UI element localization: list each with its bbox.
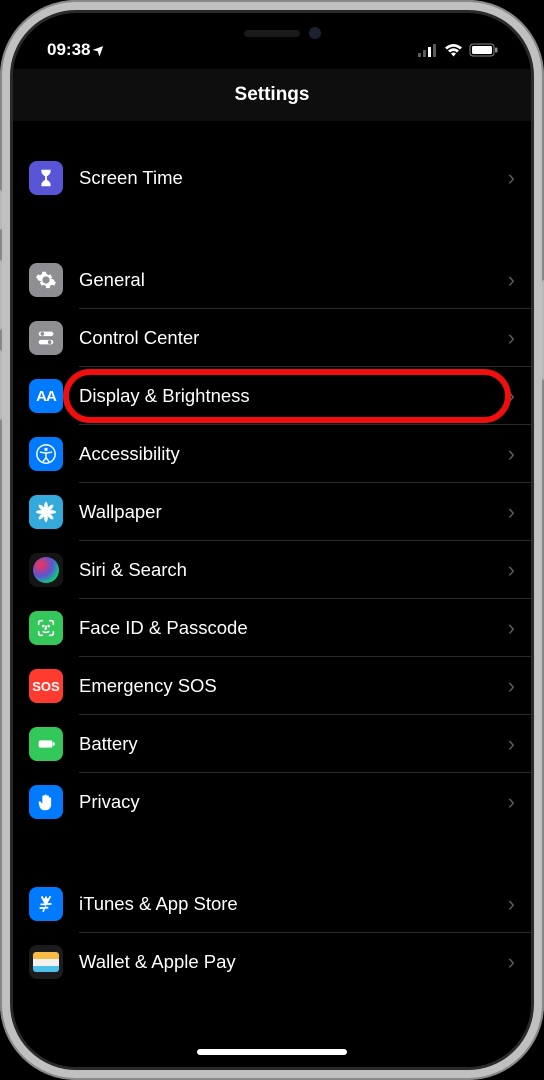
volume-up-button <box>0 260 2 330</box>
siri-icon <box>29 553 63 587</box>
settings-row-general[interactable]: General › <box>13 251 531 309</box>
row-label: Accessibility <box>79 443 180 465</box>
chevron-right-icon: › <box>508 165 515 191</box>
row-label: Battery <box>79 733 138 755</box>
settings-section: General › Control Center › AA <box>13 251 531 831</box>
chevron-right-icon: › <box>508 441 515 467</box>
sos-icon: SOS <box>29 669 63 703</box>
settings-row-siri[interactable]: Siri & Search › <box>13 541 531 599</box>
chevron-right-icon: › <box>508 789 515 815</box>
cellular-signal-icon <box>418 43 438 57</box>
settings-section: Screen Time › <box>13 149 531 207</box>
settings-row-wallet[interactable]: Wallet & Apple Pay › <box>13 933 531 991</box>
hand-icon <box>29 785 63 819</box>
settings-row-faceid[interactable]: Face ID & Passcode › <box>13 599 531 657</box>
settings-row-screentime[interactable]: Screen Time › <box>13 149 531 207</box>
chevron-right-icon: › <box>508 673 515 699</box>
home-indicator[interactable] <box>197 1049 347 1055</box>
row-label: iTunes & App Store <box>79 893 238 915</box>
row-label: Control Center <box>79 327 199 349</box>
row-label: Wallpaper <box>79 501 162 523</box>
wifi-icon <box>444 43 463 57</box>
flower-icon <box>29 495 63 529</box>
settings-row-wallpaper[interactable]: Wallpaper › <box>13 483 531 541</box>
row-label: Siri & Search <box>79 559 187 581</box>
settings-section: iTunes & App Store › Wallet & Apple Pay … <box>13 875 531 991</box>
settings-row-privacy[interactable]: Privacy › <box>13 773 531 831</box>
settings-row-accessibility[interactable]: Accessibility › <box>13 425 531 483</box>
chevron-right-icon: › <box>508 499 515 525</box>
settings-row-emergency-sos[interactable]: SOS Emergency SOS › <box>13 657 531 715</box>
chevron-right-icon: › <box>508 325 515 351</box>
appstore-icon <box>29 887 63 921</box>
status-time: 09:38 <box>47 40 90 60</box>
phone-frame: 09:38 ➤ Settings <box>0 0 544 1080</box>
row-label: Display & Brightness <box>79 385 250 407</box>
settings-row-control-center[interactable]: Control Center › <box>13 309 531 367</box>
row-label: Emergency SOS <box>79 675 217 697</box>
accessibility-icon <box>29 437 63 471</box>
chevron-right-icon: › <box>508 731 515 757</box>
chevron-right-icon: › <box>508 615 515 641</box>
settings-scroll-area[interactable]: Screen Time › General › <box>13 121 531 1067</box>
row-label: Privacy <box>79 791 140 813</box>
notch <box>157 13 387 53</box>
settings-row-battery[interactable]: Battery › <box>13 715 531 773</box>
faceid-icon <box>29 611 63 645</box>
toggles-icon <box>29 321 63 355</box>
volume-down-button <box>0 350 2 420</box>
settings-row-display-brightness[interactable]: AA Display & Brightness › <box>13 367 531 425</box>
chevron-right-icon: › <box>508 383 515 409</box>
settings-row-itunes[interactable]: iTunes & App Store › <box>13 875 531 933</box>
row-label: Face ID & Passcode <box>79 617 248 639</box>
row-label: Screen Time <box>79 167 183 189</box>
page-title: Settings <box>235 84 310 106</box>
speaker-grille <box>244 30 300 37</box>
row-label: Wallet & Apple Pay <box>79 951 236 973</box>
row-label: General <box>79 269 145 291</box>
battery-full-icon <box>29 727 63 761</box>
chevron-right-icon: › <box>508 557 515 583</box>
mute-switch <box>0 190 2 230</box>
battery-icon <box>469 43 499 57</box>
chevron-right-icon: › <box>508 949 515 975</box>
front-camera <box>309 27 321 39</box>
gear-icon <box>29 263 63 297</box>
chevron-right-icon: › <box>508 891 515 917</box>
chevron-right-icon: › <box>508 267 515 293</box>
location-arrow-icon: ➤ <box>90 40 109 59</box>
nav-header: Settings <box>13 69 531 121</box>
text-size-icon: AA <box>29 379 63 413</box>
wallet-icon <box>29 945 63 979</box>
hourglass-icon <box>29 161 63 195</box>
